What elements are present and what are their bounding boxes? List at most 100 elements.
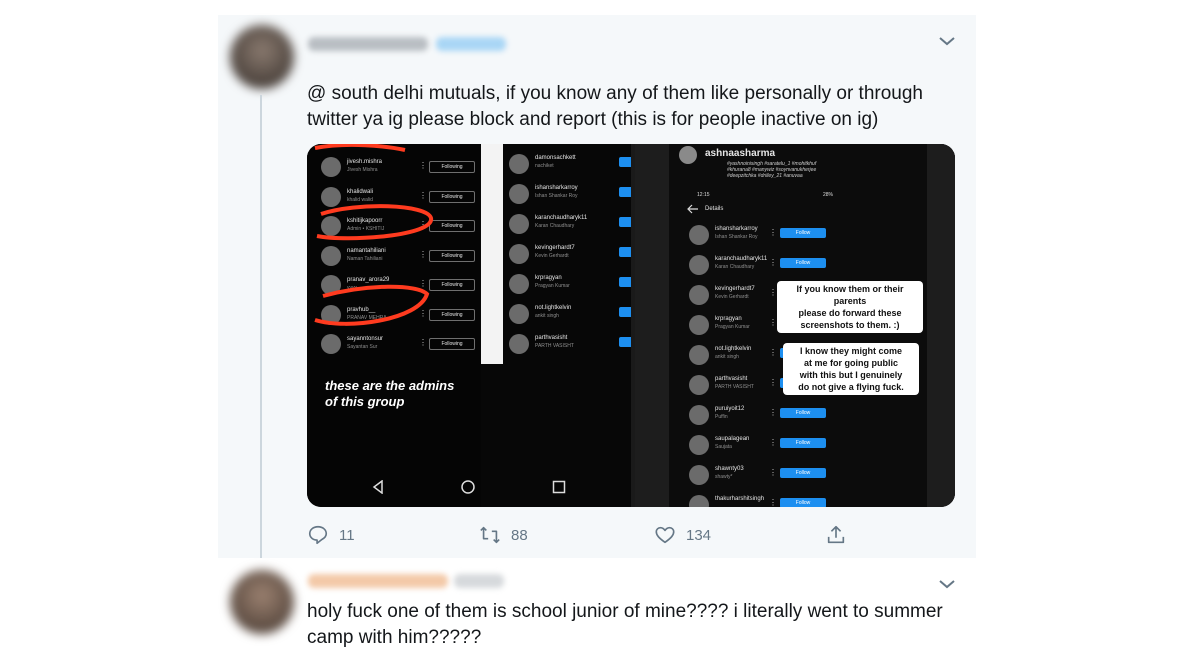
- avatar[interactable]: [230, 25, 294, 89]
- list-username: ishansharkarroy: [535, 185, 578, 191]
- follow-button-partial[interactable]: [619, 307, 631, 317]
- status-battery: 28%: [823, 192, 834, 198]
- list-username: parthvasisht: [715, 376, 748, 382]
- list-item[interactable]: karanchaudharyk11 Karan Chaudhary ⋮ Follow: [635, 252, 955, 280]
- more-options-icon[interactable]: ⋮: [769, 259, 777, 267]
- list-username: krpragyan: [535, 275, 562, 281]
- story-sticker-2: I know they might come at me for going p…: [783, 343, 919, 395]
- follow-button-partial[interactable]: [619, 157, 631, 167]
- list-item[interactable]: puruiyoit12 Puffin ⋮ Follow: [635, 402, 955, 430]
- list-username: thakurharshitsingh: [715, 496, 765, 502]
- user-avatar: [689, 345, 709, 365]
- follow-button[interactable]: Follow: [780, 258, 826, 268]
- list-item[interactable]: not.lightkelvin ankit singh: [481, 300, 631, 328]
- tweet-text: @ south delhi mutuals, if you know any o…: [307, 83, 923, 130]
- author-name-redacted: [308, 37, 428, 51]
- user-avatar: [509, 304, 529, 324]
- follow-button-partial[interactable]: [619, 187, 631, 197]
- status-time: 12:15: [697, 192, 710, 198]
- list-item[interactable]: thakurharshitsingh ⋮ Follow: [635, 492, 955, 507]
- follow-button[interactable]: Follow: [780, 408, 826, 418]
- tweet-text: holy fuck one of them is school junior o…: [307, 601, 943, 648]
- list-fullname: Saujata: [715, 444, 732, 450]
- more-options-icon[interactable]: ⋮: [769, 379, 777, 387]
- details-title: Details: [705, 206, 724, 212]
- profile-avatar: [679, 146, 697, 164]
- user-avatar: [689, 405, 709, 425]
- recents-nav-icon: [552, 480, 566, 494]
- list-username: parthvasisht: [535, 335, 568, 341]
- chevron-down-icon[interactable]: [938, 35, 956, 47]
- tweet-media[interactable]: jivesh.mishra Jivesh Mishra ⋮ Following khal…: [307, 144, 955, 507]
- more-options-icon[interactable]: ⋮: [769, 349, 777, 357]
- list-fullname: Ishan Shankar Roy: [535, 193, 578, 199]
- follow-button[interactable]: Follow: [780, 438, 826, 448]
- reply-button[interactable]: 11: [307, 524, 355, 546]
- list-item[interactable]: saupalagean Saujata ⋮ Follow: [635, 432, 955, 460]
- list-fullname: Pragyan Kumar: [715, 324, 750, 330]
- list-fullname: ankit singh: [535, 313, 559, 319]
- list-username: ishansharkarroy: [715, 226, 758, 232]
- user-avatar: [509, 214, 529, 234]
- overlay-caption: these are the admins of this group: [325, 378, 455, 409]
- list-item[interactable]: krpragyan Pragyan Kumar: [481, 270, 631, 298]
- media-left-panel: jivesh.mishra Jivesh Mishra ⋮ Following khal…: [307, 144, 481, 507]
- back-arrow-icon: [687, 204, 698, 214]
- red-scribble-annotation: [314, 144, 433, 326]
- like-button[interactable]: 134: [654, 524, 711, 546]
- more-options-icon[interactable]: ⋮: [769, 469, 777, 477]
- list-item[interactable]: damonsachkett nachiket: [481, 150, 631, 178]
- list-item[interactable]: kevingerhardt7 Kevin Gerhardt: [481, 240, 631, 268]
- follow-button[interactable]: Follow: [780, 228, 826, 238]
- thread-line: [260, 95, 262, 565]
- tweet-actions: 11 88 134: [307, 524, 867, 546]
- user-avatar: [689, 225, 709, 245]
- user-avatar: [689, 375, 709, 395]
- follow-button-partial[interactable]: [619, 247, 631, 257]
- user-avatar: [509, 154, 529, 174]
- more-options-icon[interactable]: ⋮: [769, 499, 777, 507]
- list-username: shawnty03: [715, 466, 744, 472]
- list-item[interactable]: karanchaudharyk11 Karan Chaudhary: [481, 210, 631, 238]
- more-options-icon[interactable]: ⋮: [769, 439, 777, 447]
- share-icon: [827, 525, 845, 544]
- list-username: puruiyoit12: [715, 406, 745, 412]
- list-username: karanchaudharyk11: [715, 256, 768, 262]
- follow-button-partial[interactable]: [619, 337, 631, 347]
- more-options-icon[interactable]: ⋮: [769, 289, 777, 297]
- list-fullname: Pragyan Kumar: [535, 283, 570, 289]
- chevron-down-icon[interactable]: [938, 578, 956, 590]
- list-item[interactable]: shawnty03 shawty* ⋮ Follow: [635, 462, 955, 490]
- user-avatar: [509, 334, 529, 354]
- more-options-icon[interactable]: ⋮: [769, 409, 777, 417]
- avatar[interactable]: [230, 570, 294, 634]
- retweet-icon: [480, 526, 500, 544]
- tweet-main[interactable]: @ south delhi mutuals, if you know any o…: [218, 15, 976, 565]
- user-avatar: [689, 465, 709, 485]
- list-item[interactable]: ishansharkarroy Ishan Shankar Roy: [481, 180, 631, 208]
- media-middle-panel: damonsachkett nachiket ishansharkarroy Isha…: [481, 144, 631, 507]
- list-item[interactable]: parthvasisht PARTH VASISHT: [481, 330, 631, 358]
- follow-button[interactable]: Follow: [780, 498, 826, 507]
- list-item[interactable]: ishansharkarroy Ishan Shankar Roy ⋮ Follow: [635, 222, 955, 250]
- follow-button-partial[interactable]: [619, 217, 631, 227]
- profile-hashtags: #yashnoinisingh #saratelu_1 #mohitkhuf #…: [727, 161, 817, 179]
- reply-icon: [308, 525, 328, 545]
- share-button[interactable]: [825, 524, 847, 546]
- more-options-icon[interactable]: ⋮: [769, 319, 777, 327]
- list-fullname: ankit singh: [715, 354, 739, 360]
- user-avatar: [689, 495, 709, 507]
- author-handle-redacted: [436, 37, 506, 51]
- list-fullname: Kevin Gerhardt: [715, 294, 749, 300]
- back-nav-icon: [372, 480, 383, 494]
- follow-button-partial[interactable]: [619, 277, 631, 287]
- tweet-reply[interactable]: holy fuck one of them is school junior o…: [218, 558, 976, 667]
- follow-button[interactable]: Follow: [780, 468, 826, 478]
- user-avatar: [689, 315, 709, 335]
- retweet-button[interactable]: 88: [479, 524, 528, 546]
- home-nav-icon: [461, 480, 475, 494]
- more-options-icon[interactable]: ⋮: [769, 229, 777, 237]
- list-username: kevingerhardt7: [535, 245, 575, 251]
- list-username: damonsachkett: [535, 155, 576, 161]
- author-handle-redacted: [454, 574, 504, 588]
